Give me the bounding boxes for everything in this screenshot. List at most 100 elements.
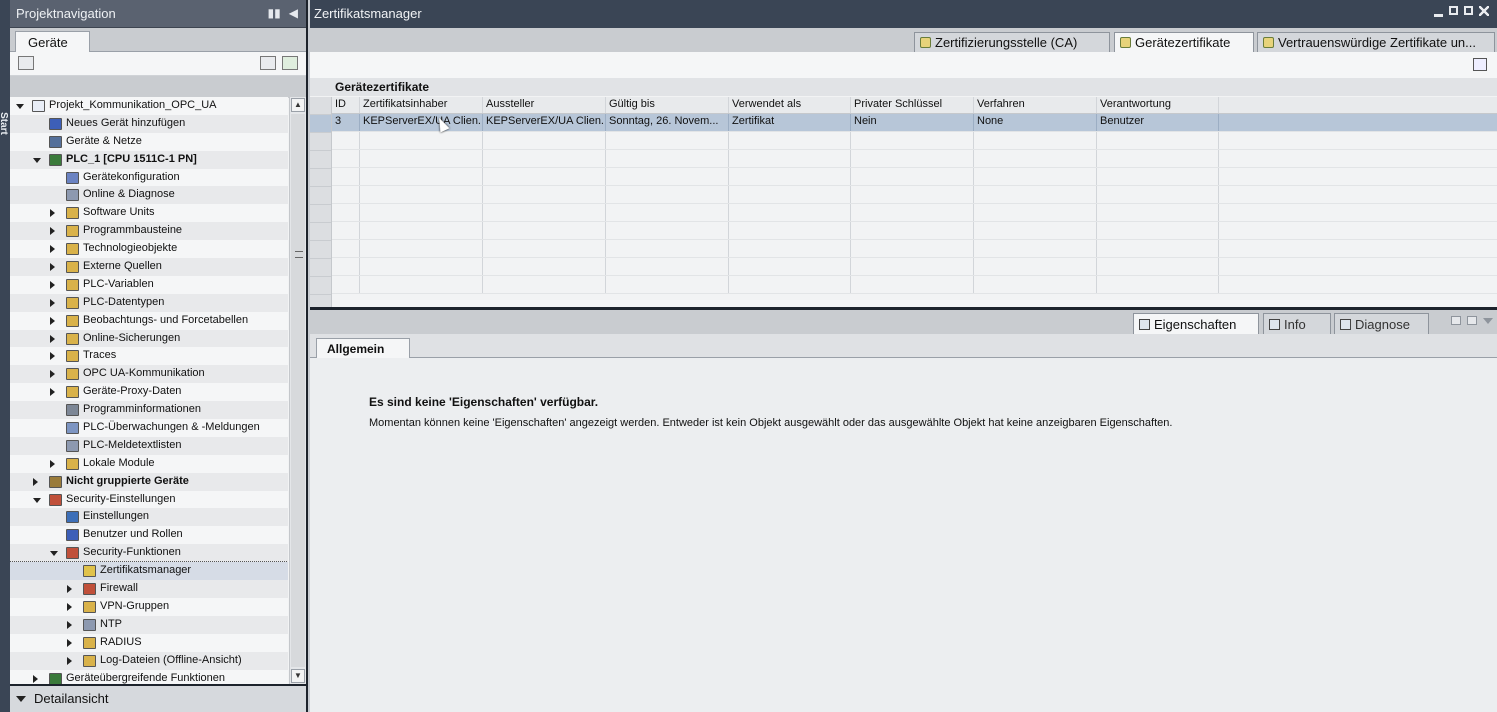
collapsed-arrow-icon[interactable] bbox=[50, 280, 55, 289]
tree-item[interactable]: Geräte & Netze bbox=[10, 133, 288, 151]
row-header[interactable] bbox=[310, 223, 331, 241]
empty-cell[interactable] bbox=[974, 204, 1097, 221]
row-header[interactable] bbox=[310, 97, 331, 115]
empty-cell[interactable] bbox=[729, 240, 851, 257]
collapsed-arrow-icon[interactable] bbox=[67, 620, 72, 629]
collapsed-arrow-icon[interactable] bbox=[50, 298, 55, 307]
empty-cell[interactable] bbox=[332, 168, 360, 185]
empty-cell[interactable] bbox=[851, 276, 974, 293]
empty-cell[interactable] bbox=[483, 204, 606, 221]
empty-cell[interactable] bbox=[606, 186, 729, 203]
tree-item[interactable]: Firewall bbox=[10, 580, 288, 598]
expanded-arrow-icon[interactable] bbox=[33, 497, 41, 503]
row-header[interactable] bbox=[310, 205, 331, 223]
tree-scrollbar[interactable]: ▲ ▼ bbox=[289, 97, 306, 684]
empty-cell[interactable] bbox=[483, 150, 606, 167]
tree-item[interactable]: PLC-Überwachungen & -Meldungen bbox=[10, 419, 288, 437]
empty-cell[interactable] bbox=[606, 150, 729, 167]
empty-cell[interactable] bbox=[606, 258, 729, 275]
empty-cell[interactable] bbox=[974, 150, 1097, 167]
empty-cell[interactable] bbox=[851, 240, 974, 257]
empty-cell[interactable] bbox=[1097, 222, 1219, 239]
tab-info[interactable]: Info bbox=[1263, 313, 1331, 334]
empty-cell[interactable] bbox=[974, 132, 1097, 149]
empty-cell[interactable] bbox=[974, 168, 1097, 185]
table-cell[interactable]: KEPServerEX/UA Clien... bbox=[360, 114, 483, 131]
tree-item[interactable]: Neues Gerät hinzufügen bbox=[10, 114, 288, 133]
empty-cell[interactable] bbox=[483, 276, 606, 293]
tree-item[interactable]: Zertifikatsmanager bbox=[10, 561, 288, 582]
online-icon[interactable] bbox=[282, 56, 298, 70]
column-header[interactable]: Zertifikatsinhaber bbox=[360, 97, 483, 113]
tab-certificates-1[interactable]: Gerätezertifikate bbox=[1114, 32, 1254, 53]
empty-cell[interactable] bbox=[332, 132, 360, 149]
row-header[interactable] bbox=[310, 151, 331, 169]
overview-icon[interactable] bbox=[18, 56, 34, 70]
tree-item[interactable]: Security-Einstellungen bbox=[10, 491, 288, 509]
expanded-arrow-icon[interactable] bbox=[16, 104, 24, 109]
empty-table-row[interactable] bbox=[332, 276, 1497, 294]
column-header[interactable]: Aussteller bbox=[483, 97, 606, 113]
tree-item[interactable]: Beobachtungs- und Forcetabellen bbox=[10, 312, 288, 330]
empty-table-row[interactable] bbox=[332, 150, 1497, 168]
collapsed-arrow-icon[interactable] bbox=[50, 459, 55, 468]
collapsed-arrow-icon[interactable] bbox=[33, 674, 38, 683]
empty-cell[interactable] bbox=[974, 186, 1097, 203]
scroll-down-icon[interactable]: ▼ bbox=[291, 669, 305, 683]
row-header[interactable] bbox=[310, 187, 331, 205]
empty-table-row[interactable] bbox=[332, 186, 1497, 204]
tree-item[interactable]: Technologieobjekte bbox=[10, 240, 288, 258]
tree-item[interactable]: PLC-Datentypen bbox=[10, 293, 288, 312]
empty-cell[interactable] bbox=[729, 186, 851, 203]
empty-cell[interactable] bbox=[360, 186, 483, 203]
empty-table-row[interactable] bbox=[332, 258, 1497, 276]
inspector-maximize-icon[interactable] bbox=[1467, 316, 1477, 325]
empty-cell[interactable] bbox=[483, 186, 606, 203]
collapsed-arrow-icon[interactable] bbox=[50, 227, 55, 236]
inspector-float-icon[interactable] bbox=[1451, 316, 1461, 325]
row-header[interactable] bbox=[310, 259, 331, 277]
start-strip[interactable]: Start bbox=[0, 0, 10, 712]
tree-item[interactable]: PLC-Meldetextlisten bbox=[10, 436, 288, 455]
tree-item[interactable]: OPC UA-Kommunikation bbox=[10, 365, 288, 384]
empty-cell[interactable] bbox=[360, 168, 483, 185]
empty-cell[interactable] bbox=[974, 258, 1097, 275]
empty-cell[interactable] bbox=[729, 150, 851, 167]
inspector-collapse-icon[interactable] bbox=[1483, 318, 1493, 324]
table-cell[interactable]: None bbox=[974, 114, 1097, 131]
collapsed-arrow-icon[interactable] bbox=[67, 602, 72, 611]
tree-item[interactable]: RADIUS bbox=[10, 634, 288, 652]
tree-item[interactable]: VPN-Gruppen bbox=[10, 598, 288, 616]
table-cell[interactable]: Sonntag, 26. Novem... bbox=[606, 114, 729, 131]
tree-item[interactable]: Benutzer und Rollen bbox=[10, 526, 288, 544]
collapsed-arrow-icon[interactable] bbox=[67, 638, 72, 647]
collapsed-arrow-icon[interactable] bbox=[50, 334, 55, 343]
column-header[interactable]: Verfahren bbox=[974, 97, 1097, 113]
column-header[interactable]: Verwendet als bbox=[729, 97, 851, 113]
empty-cell[interactable] bbox=[483, 258, 606, 275]
empty-cell[interactable] bbox=[606, 240, 729, 257]
empty-cell[interactable] bbox=[729, 222, 851, 239]
empty-table-row[interactable] bbox=[332, 168, 1497, 186]
empty-cell[interactable] bbox=[483, 240, 606, 257]
detail-view-bar[interactable]: Detailansicht bbox=[10, 684, 306, 712]
collapse-left-icon[interactable]: ◀ bbox=[289, 6, 298, 20]
empty-cell[interactable] bbox=[851, 186, 974, 203]
tree-item[interactable]: Programminformationen bbox=[10, 401, 288, 420]
tree-item[interactable]: Projekt_Kommunikation_OPC_UA bbox=[10, 97, 288, 115]
empty-cell[interactable] bbox=[332, 186, 360, 203]
empty-cell[interactable] bbox=[729, 258, 851, 275]
tree-item[interactable]: Online-Sicherungen bbox=[10, 329, 288, 348]
empty-cell[interactable] bbox=[360, 258, 483, 275]
empty-cell[interactable] bbox=[360, 240, 483, 257]
tree-item[interactable]: Traces bbox=[10, 347, 288, 365]
empty-table-row[interactable] bbox=[332, 222, 1497, 240]
tree-item[interactable]: Geräte-Proxy-Daten bbox=[10, 383, 288, 401]
tree-item[interactable]: Nicht gruppierte Geräte bbox=[10, 472, 288, 491]
collapsed-arrow-icon[interactable] bbox=[67, 585, 72, 594]
tab-certificates-2[interactable]: Vertrauenswürdige Zertifikate un... bbox=[1257, 32, 1495, 52]
tab-general[interactable]: Allgemein bbox=[316, 338, 410, 359]
row-header[interactable] bbox=[310, 169, 331, 187]
empty-cell[interactable] bbox=[332, 240, 360, 257]
empty-table-row[interactable] bbox=[332, 132, 1497, 150]
